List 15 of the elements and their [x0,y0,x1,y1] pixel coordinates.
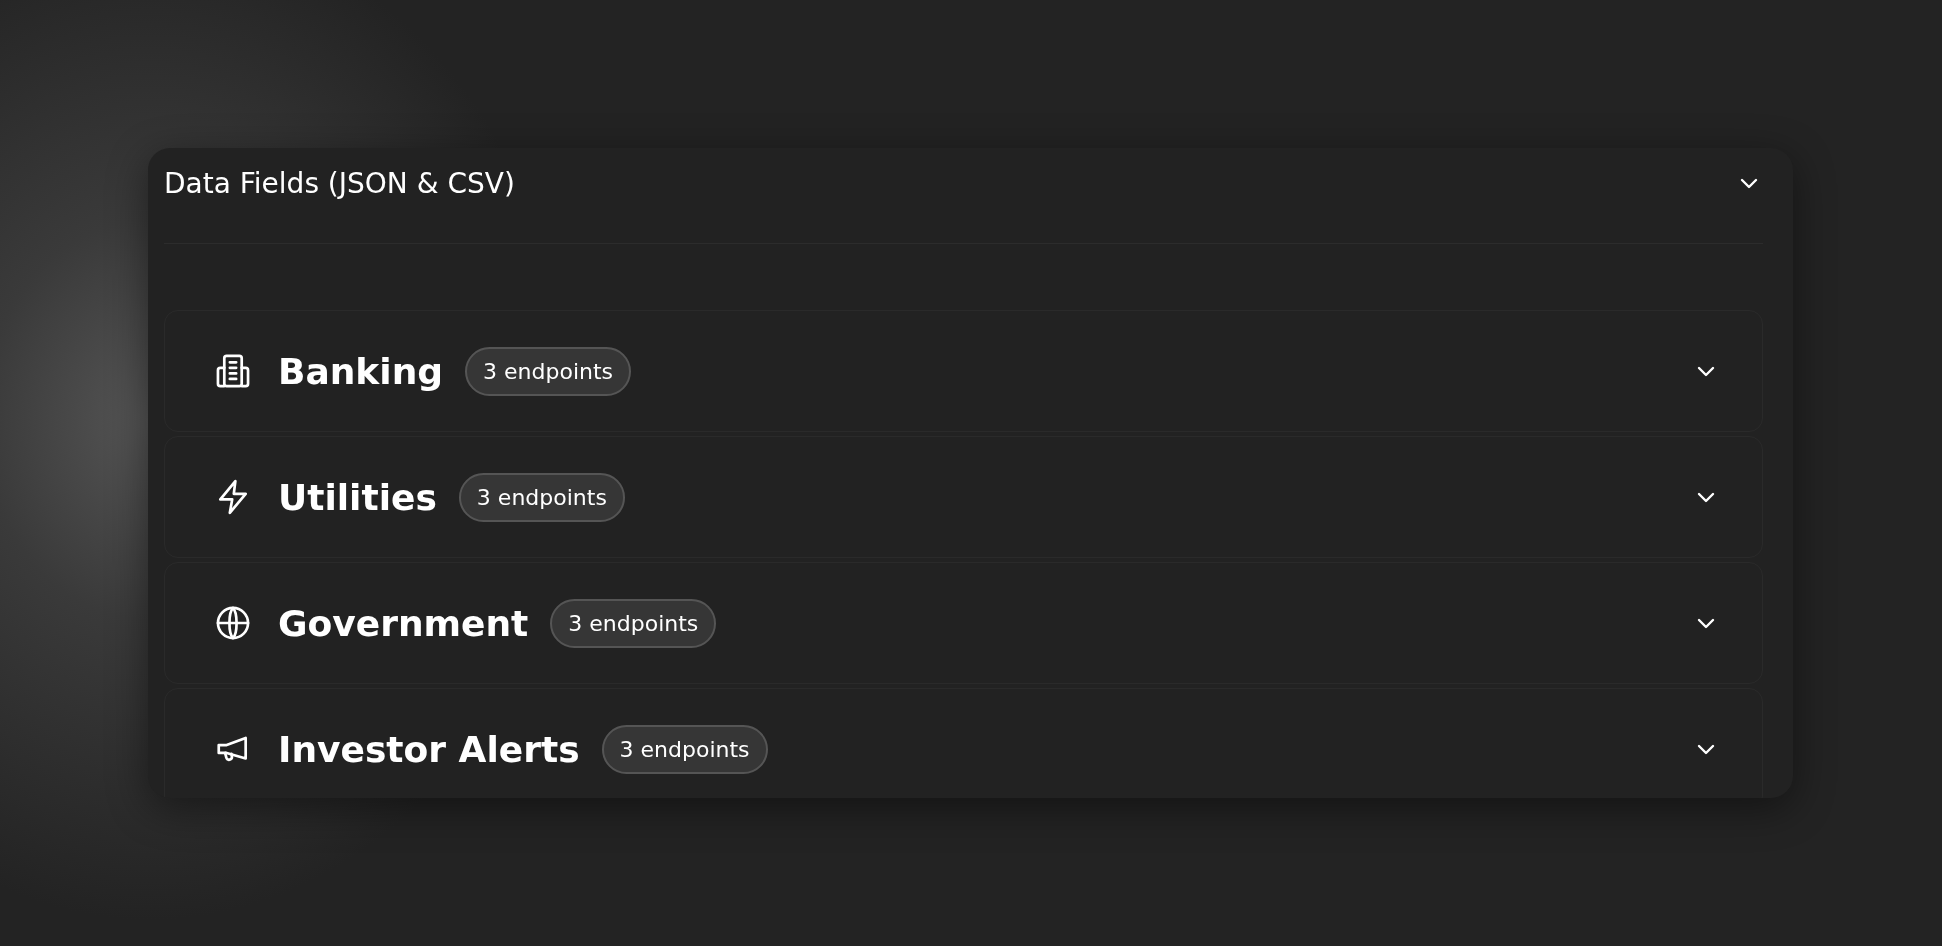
endpoint-count-badge: 3 endpoints [601,724,768,774]
category-name: Investor Alerts [278,728,580,770]
endpoint-count-badge: 3 endpoints [550,598,717,648]
endpoint-count-badge: 3 endpoints [458,472,625,522]
endpoint-count-badge: 3 endpoints [465,346,632,396]
category-name: Utilities [278,476,437,518]
category-card[interactable]: Utilities 3 endpoints [164,436,1763,558]
category-card[interactable]: Banking 3 endpoints [164,310,1763,432]
building-icon [214,352,252,390]
category-name: Banking [278,350,444,392]
category-name: Government [278,602,529,644]
category-card[interactable]: Investor Alerts 3 endpoints [164,688,1763,798]
panel-title: Data Fields (JSON & CSV) [164,166,516,200]
category-card[interactable]: Government 3 endpoints [164,562,1763,684]
globe-icon [214,604,252,642]
